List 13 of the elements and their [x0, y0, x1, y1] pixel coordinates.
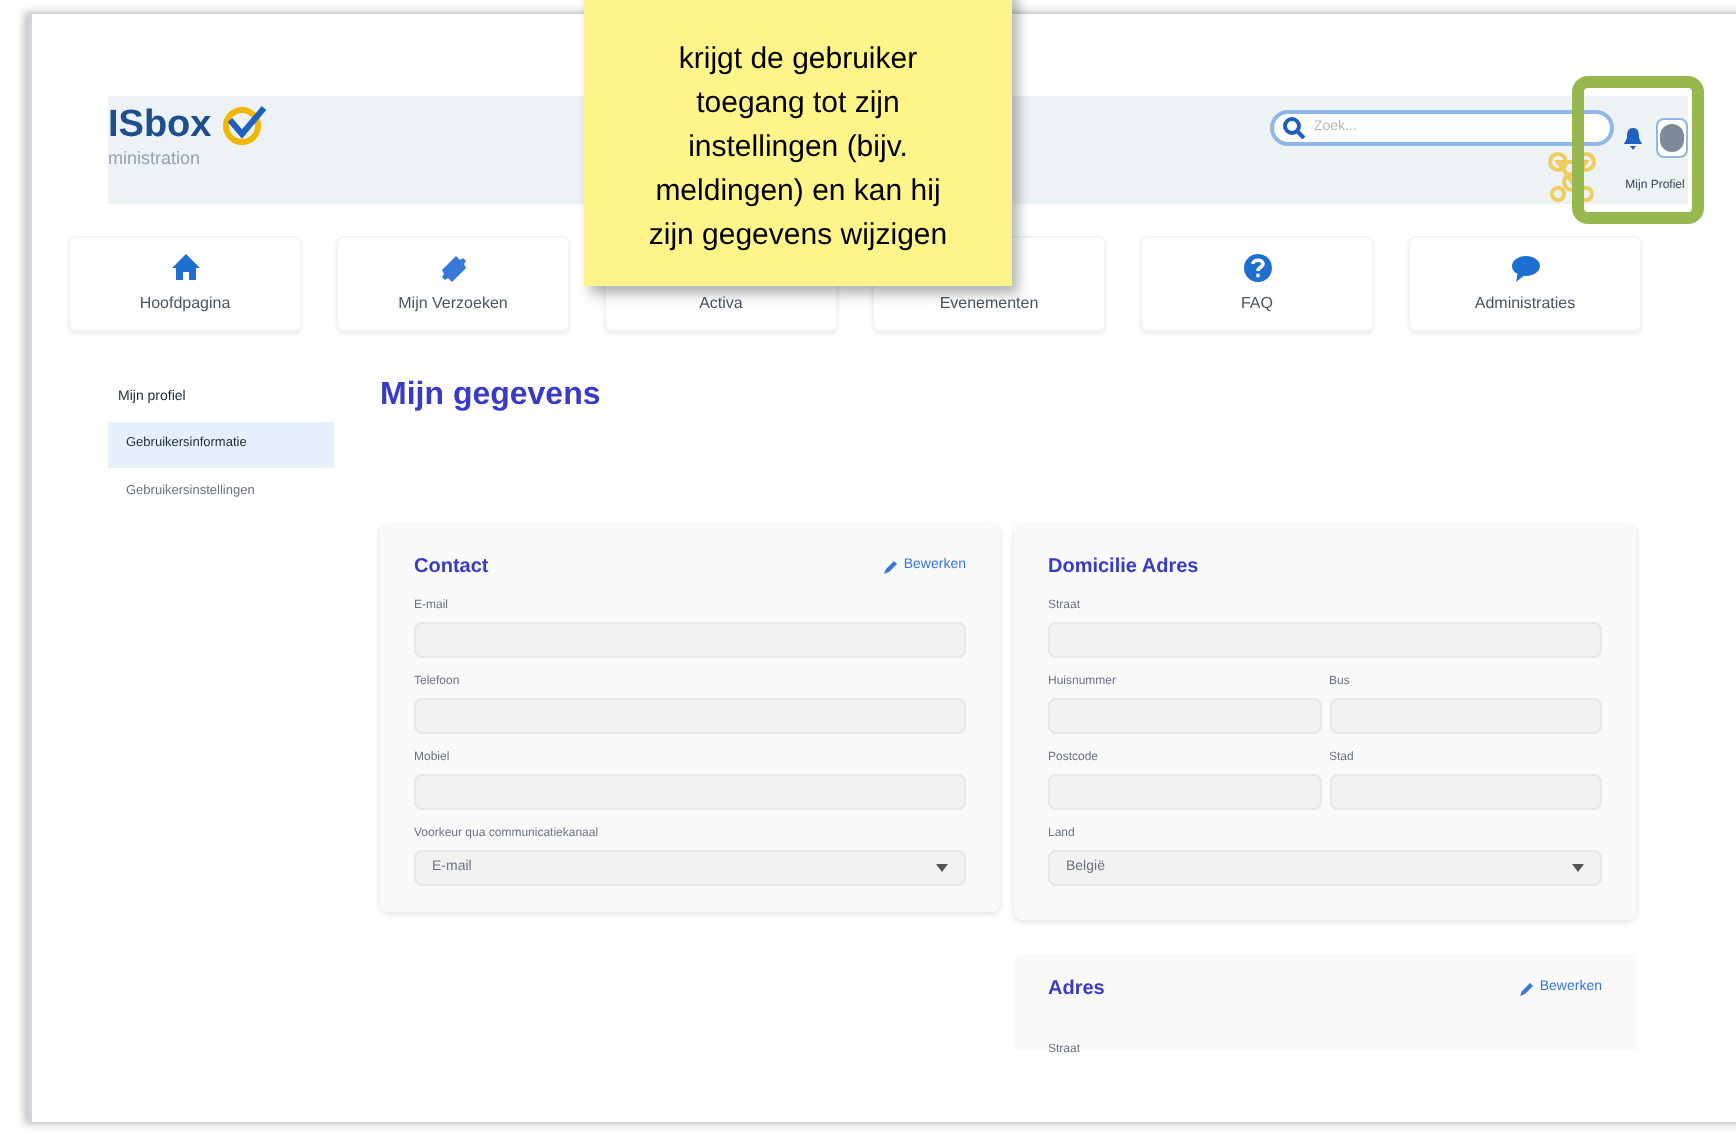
- nav-label: Administraties: [1474, 292, 1576, 316]
- note-text: krijgt de gebruiker toegang tot zijn instellingen (bijv. meldingen) en kan hij zijn gegevens wijzigen: [648, 40, 948, 256]
- nav-label: Mijn Verzoeken: [398, 292, 508, 316]
- nav-label: Evenementen: [939, 292, 1039, 316]
- card-title: Adres: [1048, 976, 1105, 1004]
- nav-label: Activa: [699, 292, 743, 316]
- page-title: Mijn gegevens: [380, 376, 603, 416]
- logo-subtitle: ministration: [108, 146, 203, 172]
- logo-text: ISbox: [108, 105, 212, 143]
- nav-label: FAQ: [1240, 292, 1273, 316]
- card-title: Domicilie Adres: [1048, 554, 1199, 582]
- nav-label: Hoofdpagina: [139, 292, 231, 316]
- card-title: Contact: [414, 554, 489, 582]
